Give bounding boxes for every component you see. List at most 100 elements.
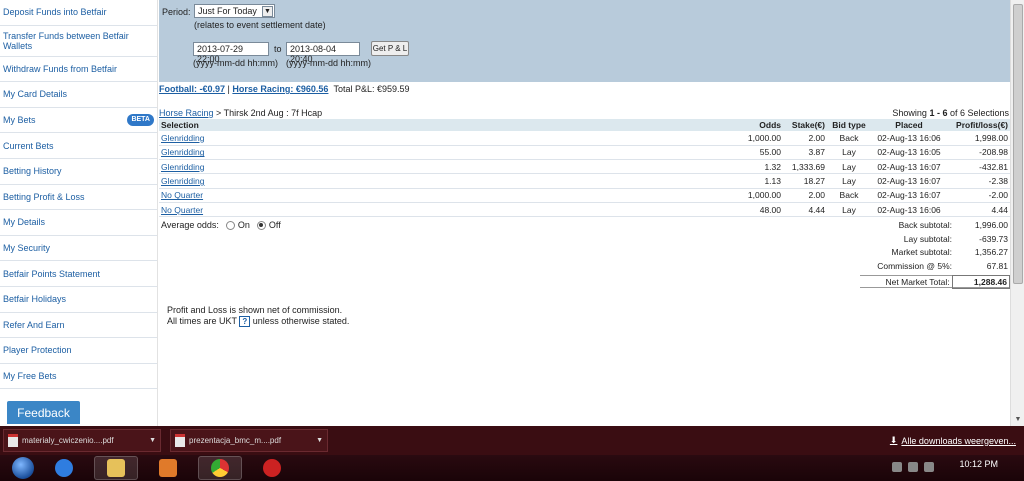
odds-cell: 55.00 xyxy=(719,145,783,161)
internet-explorer-icon xyxy=(55,459,73,477)
sidebar-item-my-security[interactable]: My Security xyxy=(0,236,157,262)
summary-separator: | xyxy=(227,84,230,94)
sidebar-item-label: Player Protection xyxy=(3,345,72,356)
sidebar-item-label: Refer And Earn xyxy=(3,319,65,330)
sidebar-item-label: My Card Details xyxy=(3,89,68,100)
selection-link[interactable]: Glenridding xyxy=(161,147,204,157)
commission-row: Commission @ 5%: 67.81 xyxy=(877,260,1008,271)
football-pl-link[interactable]: Football: -€0.97 xyxy=(159,84,225,94)
sidebar-item-profit-loss[interactable]: Betting Profit & Loss xyxy=(0,185,157,211)
get-pl-button[interactable]: Get P & L xyxy=(371,41,409,56)
bets-table: Selection Odds Stake(€) Bid type Placed … xyxy=(159,119,1010,218)
taskbar-chrome[interactable] xyxy=(198,456,242,480)
sidebar-item-free-bets[interactable]: My Free Bets xyxy=(0,364,157,390)
tray-icon[interactable] xyxy=(924,462,934,472)
average-odds-off-label: Off xyxy=(268,220,281,230)
feedback-button[interactable]: Feedback xyxy=(7,401,80,424)
footnote-commission: Profit and Loss is shown net of commissi… xyxy=(167,305,343,315)
scroll-down-arrow-icon[interactable]: ▼ xyxy=(1011,412,1024,426)
sidebar-item-transfer[interactable]: Transfer Funds between Betfair Wallets xyxy=(0,26,157,57)
selection-link[interactable]: Glenridding xyxy=(161,162,204,172)
table-row: Glenridding 1.32 1,333.69 Lay 02-Aug-13 … xyxy=(159,159,1010,175)
stake-cell: 2.00 xyxy=(783,131,827,146)
help-icon[interactable]: ? xyxy=(239,316,251,327)
bid-type-cell: Back xyxy=(827,188,871,203)
to-date-input[interactable]: 2013-08-04 20:40 xyxy=(286,42,360,64)
selection-link[interactable]: No Quarter xyxy=(161,190,203,200)
taskbar-clock[interactable]: 10:12 PM xyxy=(959,459,998,469)
sidebar-item-holidays[interactable]: Betfair Holidays xyxy=(0,287,157,313)
from-date-input[interactable]: 2013-07-29 22:00 xyxy=(193,42,269,64)
folder-icon xyxy=(107,459,125,477)
table-row: Glenridding 1,000.00 2.00 Back 02-Aug-13… xyxy=(159,131,1010,146)
bid-type-cell: Back xyxy=(827,131,871,146)
col-stake: Stake(€) xyxy=(783,119,827,131)
chevron-down-icon[interactable]: ▼ xyxy=(316,437,323,444)
downloads-bar: materialy_cwiczenio....pdf ▼ prezentacja… xyxy=(0,426,1024,455)
period-filter-panel: Period: Just For Today ▼ (relates to eve… xyxy=(159,0,1010,82)
sidebar-item-label: Betfair Points Statement xyxy=(3,268,101,279)
table-header-row: Selection Odds Stake(€) Bid type Placed … xyxy=(159,119,1010,131)
sidebar-item-label: Betfair Holidays xyxy=(3,294,67,305)
sidebar-item-my-details[interactable]: My Details xyxy=(0,210,157,236)
period-select[interactable]: Just For Today ▼ xyxy=(194,4,275,18)
sidebar-item-betting-history[interactable]: Betting History xyxy=(0,159,157,185)
odds-cell: 1,000.00 xyxy=(719,188,783,203)
download-item[interactable]: prezentacja_bmc_m....pdf ▼ xyxy=(170,429,328,452)
placed-cell: 02-Aug-13 16:07 xyxy=(871,159,947,175)
tray-icon[interactable] xyxy=(908,462,918,472)
start-button-icon[interactable] xyxy=(12,457,34,479)
average-odds-toggle: Average odds: On Off xyxy=(161,220,281,230)
taskbar-app[interactable] xyxy=(250,456,294,480)
sidebar-item-label: Deposit Funds into Betfair xyxy=(3,7,107,18)
selection-link[interactable]: No Quarter xyxy=(161,205,203,215)
app-icon xyxy=(263,459,281,477)
table-row: No Quarter 48.00 4.44 Lay 02-Aug-13 16:0… xyxy=(159,202,1010,218)
sidebar-item-label: My Free Bets xyxy=(3,371,57,382)
tray-icon[interactable] xyxy=(892,462,902,472)
average-odds-label: Average odds: xyxy=(161,220,219,230)
profit-loss-cell: 1,998.00 xyxy=(947,131,1010,146)
period-label: Period: xyxy=(162,7,191,17)
stake-cell: 2.00 xyxy=(783,188,827,203)
scrollbar-thumb[interactable] xyxy=(1013,4,1023,284)
show-all-downloads-link[interactable]: ⬇ Alle downloads weergeven... xyxy=(890,435,1016,446)
stake-cell: 1,333.69 xyxy=(783,159,827,175)
placed-cell: 02-Aug-13 16:06 xyxy=(871,202,947,218)
sidebar-item-label: Current Bets xyxy=(3,140,54,151)
page-scrollbar[interactable]: ▼ xyxy=(1010,0,1024,426)
taskbar-explorer[interactable] xyxy=(94,456,138,480)
lay-subtotal-row: Lay subtotal: -639.73 xyxy=(903,233,1008,244)
breadcrumb-horse-racing[interactable]: Horse Racing xyxy=(159,108,214,118)
sidebar-item-points-statement[interactable]: Betfair Points Statement xyxy=(0,261,157,287)
selection-link[interactable]: Glenridding xyxy=(161,176,204,186)
col-selection: Selection xyxy=(159,119,719,131)
sidebar-item-card-details[interactable]: My Card Details xyxy=(0,82,157,108)
col-bid-type: Bid type xyxy=(827,119,871,131)
sidebar-item-refer-earn[interactable]: Refer And Earn xyxy=(0,313,157,339)
profit-loss-cell: 4.44 xyxy=(947,202,1010,218)
chevron-down-icon[interactable]: ▼ xyxy=(149,437,156,444)
average-odds-on-radio[interactable] xyxy=(225,220,235,230)
taskbar-ie[interactable] xyxy=(42,456,86,480)
download-file-name: materialy_cwiczenio....pdf xyxy=(22,436,114,445)
odds-cell: 1.13 xyxy=(719,173,783,189)
sidebar-item-my-bets[interactable]: My Bets BETA xyxy=(0,108,157,134)
average-odds-off-radio[interactable] xyxy=(256,220,266,230)
sidebar-item-current-bets[interactable]: Current Bets xyxy=(0,133,157,159)
sidebar-item-deposit[interactable]: Deposit Funds into Betfair xyxy=(0,0,157,26)
taskbar-media[interactable] xyxy=(146,456,190,480)
breadcrumb: Horse Racing > Thirsk 2nd Aug : 7f Hcap xyxy=(159,108,322,118)
sidebar-item-withdraw[interactable]: Withdraw Funds from Betfair xyxy=(0,57,157,83)
stake-cell: 4.44 xyxy=(783,202,827,218)
placed-cell: 02-Aug-13 16:05 xyxy=(871,145,947,161)
download-item[interactable]: materialy_cwiczenio....pdf ▼ xyxy=(3,429,161,452)
profit-loss-cell: -2.38 xyxy=(947,173,1010,189)
footnote-timezone: All times are UKT xyxy=(167,316,237,326)
to-label: to xyxy=(274,44,282,54)
selection-link[interactable]: Glenridding xyxy=(161,133,204,143)
horse-racing-pl-link[interactable]: Horse Racing: €960.56 xyxy=(232,84,328,94)
bid-type-cell: Lay xyxy=(827,173,871,189)
odds-cell: 48.00 xyxy=(719,202,783,218)
sidebar-item-player-protection[interactable]: Player Protection xyxy=(0,338,157,364)
